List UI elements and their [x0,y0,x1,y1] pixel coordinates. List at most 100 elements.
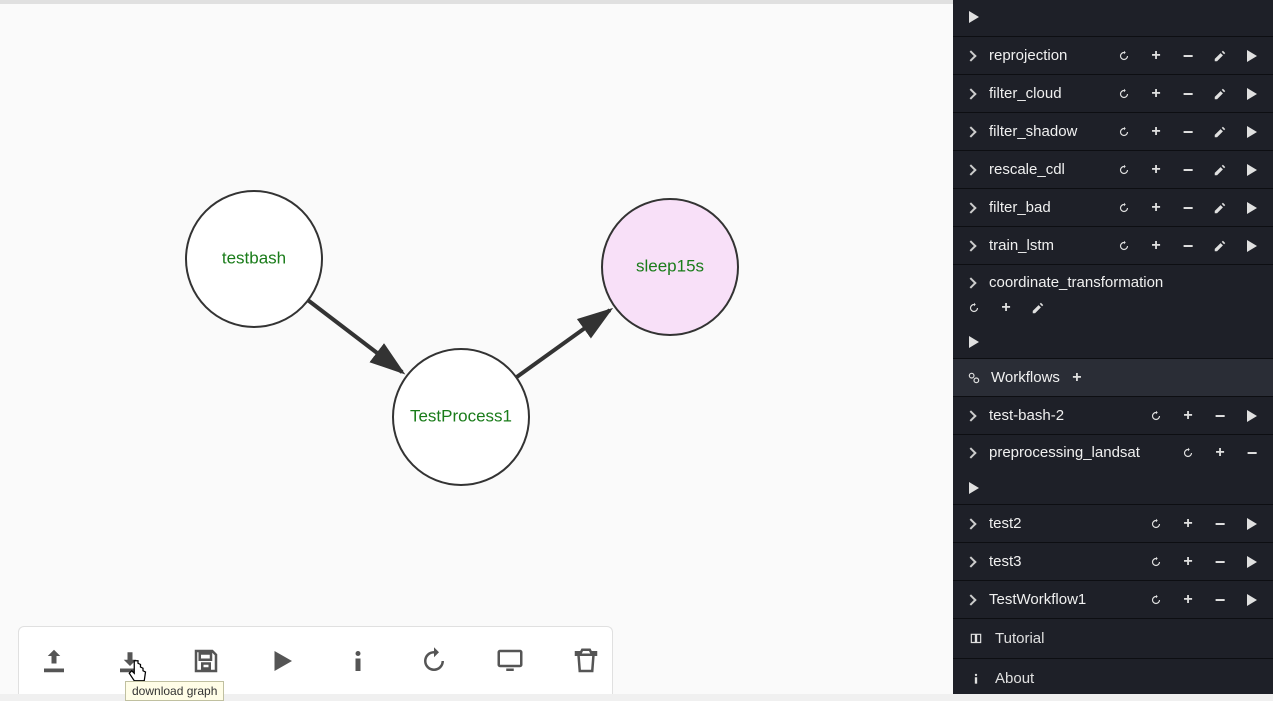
coordinate_transformation-history-icon[interactable] [967,301,981,315]
play-icon[interactable] [967,10,981,24]
process-label: filter_cloud [989,85,1062,102]
TestWorkflow1-history-icon[interactable] [1149,593,1163,607]
actions-group: + [967,301,1045,315]
preprocessing_landsat-add-icon[interactable]: + [1213,446,1227,460]
process-item-train_lstm[interactable]: train_lstm+− [953,227,1273,265]
process-item-filter_bad[interactable]: filter_bad+− [953,189,1273,227]
info-button[interactable] [343,643,373,679]
monitor-button[interactable] [495,643,525,679]
chevron-right-icon [965,126,976,137]
reprojection-add-icon[interactable]: + [1149,49,1163,63]
actions-group: +− [1117,125,1259,139]
reprojection-history-icon[interactable] [1117,49,1131,63]
preprocessing_landsat-remove-icon[interactable]: − [1245,446,1259,460]
nav-about[interactable]: About [953,659,1273,694]
filter_bad-play-icon[interactable] [1245,201,1259,215]
test-bash-2-add-icon[interactable]: + [1181,409,1195,423]
train_lstm-remove-icon[interactable]: − [1181,239,1195,253]
run-button[interactable] [267,643,297,679]
filter_cloud-edit-icon[interactable] [1213,87,1227,101]
filter_shadow-edit-icon[interactable] [1213,125,1227,139]
about-label: About [995,670,1034,687]
preprocessing_landsat-history-icon[interactable] [1181,446,1195,460]
test2-history-icon[interactable] [1149,517,1163,531]
sidebar: reprojection+−filter_cloud+−filter_shado… [953,0,1273,694]
graph-canvas[interactable]: testbashTestProcess1sleep15s download gr… [0,0,953,694]
test-bash-2-history-icon[interactable] [1149,409,1163,423]
train_lstm-play-icon[interactable] [1245,239,1259,253]
filter_bad-add-icon[interactable]: + [1149,201,1163,215]
process-item-filter_shadow[interactable]: filter_shadow+− [953,113,1273,151]
filter_cloud-add-icon[interactable]: + [1149,87,1163,101]
train_lstm-edit-icon[interactable] [1213,239,1227,253]
filter_bad-edit-icon[interactable] [1213,201,1227,215]
upload-button[interactable] [39,643,69,679]
test-bash-2-remove-icon[interactable]: − [1213,409,1227,423]
workflow-item-test2[interactable]: test2+− [953,505,1273,543]
workflow-label: test-bash-2 [989,407,1064,424]
rescale_cdl-history-icon[interactable] [1117,163,1131,177]
filter_bad-history-icon[interactable] [1117,201,1131,215]
test2-add-icon[interactable]: + [1181,517,1195,531]
reprojection-remove-icon[interactable]: − [1181,49,1195,63]
process-item-rescale_cdl[interactable]: rescale_cdl+− [953,151,1273,189]
chevron-right-icon [965,447,976,458]
TestWorkflow1-play-icon[interactable] [1245,593,1259,607]
info-icon [969,672,983,686]
process-item-coordinate_transformation[interactable]: coordinate_transformation+ [953,265,1273,359]
edge-testbash-testprocess1 [308,300,402,372]
train_lstm-history-icon[interactable] [1117,239,1131,253]
actions-group-2 [967,335,981,349]
rescale_cdl-edit-icon[interactable] [1213,163,1227,177]
TestWorkflow1-remove-icon[interactable]: − [1213,593,1227,607]
test2-remove-icon[interactable]: − [1213,517,1227,531]
filter_shadow-remove-icon[interactable]: − [1181,125,1195,139]
process-item-filter_cloud[interactable]: filter_cloud + − [953,75,1273,113]
filter_shadow-history-icon[interactable] [1117,125,1131,139]
add-workflow-button[interactable]: + [1070,371,1084,385]
test3-history-icon[interactable] [1149,555,1163,569]
test3-remove-icon[interactable]: − [1213,555,1227,569]
book-icon [969,632,983,646]
rescale_cdl-play-icon[interactable] [1245,163,1259,177]
train_lstm-add-icon[interactable]: + [1149,239,1163,253]
chevron-right-icon [965,164,976,175]
reprojection-play-icon[interactable] [1245,49,1259,63]
TestWorkflow1-add-icon[interactable]: + [1181,593,1195,607]
test2-play-icon[interactable] [1245,517,1259,531]
chevron-right-icon [965,518,976,529]
filter_shadow-add-icon[interactable]: + [1149,125,1163,139]
coordinate_transformation-edit-icon[interactable] [1031,301,1045,315]
nav-tutorial[interactable]: Tutorial [953,619,1273,659]
filter_cloud-remove-icon[interactable]: − [1181,87,1195,101]
rescale_cdl-remove-icon[interactable]: − [1181,163,1195,177]
filter_cloud-history-icon[interactable] [1117,87,1131,101]
chevron-right-icon [965,277,976,288]
filter_cloud-play-icon[interactable] [1245,87,1259,101]
reprojection-edit-icon[interactable] [1213,49,1227,63]
coordinate_transformation-play-icon[interactable] [967,335,981,349]
save-button[interactable] [191,643,221,679]
workflows-header[interactable]: Workflows + [953,359,1273,397]
test-bash-2-play-icon[interactable] [1245,409,1259,423]
filter_shadow-play-icon[interactable] [1245,125,1259,139]
chevron-right-icon [965,240,976,251]
workflow-item-TestWorkflow1[interactable]: TestWorkflow1+− [953,581,1273,619]
actions-group: +− [1117,163,1259,177]
delete-button[interactable] [571,643,601,679]
workflow-item-test3[interactable]: test3+− [953,543,1273,581]
preprocessing_landsat-play-icon[interactable] [967,481,981,495]
test3-add-icon[interactable]: + [1181,555,1195,569]
filter_bad-remove-icon[interactable]: − [1181,201,1195,215]
process-item-reprojection[interactable]: reprojection+− [953,37,1273,75]
workflow-label: TestWorkflow1 [989,591,1086,608]
rescale_cdl-add-icon[interactable]: + [1149,163,1163,177]
history-button[interactable] [419,643,449,679]
workflow-item-test-bash-2[interactable]: test-bash-2 + − [953,397,1273,435]
coordinate_transformation-add-icon[interactable]: + [999,301,1013,315]
actions-group: +− [1149,593,1259,607]
workflow-item-preprocessing_landsat[interactable]: preprocessing_landsat+− [953,435,1273,505]
download-button[interactable]: download graph [115,643,145,679]
test3-play-icon[interactable] [1245,555,1259,569]
actions-group: +− [1117,239,1259,253]
